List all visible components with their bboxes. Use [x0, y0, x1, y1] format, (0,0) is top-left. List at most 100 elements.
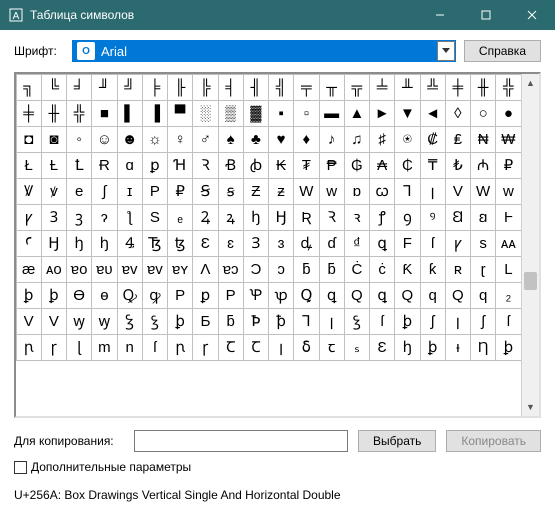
char-cell[interactable]: ꝗ	[369, 282, 395, 309]
char-cell[interactable]: ₲	[344, 152, 370, 179]
char-cell[interactable]: Ƞ	[470, 334, 496, 361]
char-cell[interactable]: Ꞩ	[192, 178, 218, 205]
char-cell[interactable]: ╬	[66, 100, 92, 127]
char-cell[interactable]: ╫	[470, 74, 496, 101]
char-cell[interactable]: ╪	[16, 100, 42, 127]
char-cell[interactable]: ⍟	[394, 126, 420, 153]
char-cell[interactable]: ₑ	[167, 204, 193, 231]
char-cell[interactable]: ▒	[218, 100, 244, 127]
char-cell[interactable]: ▓	[243, 100, 269, 127]
char-cell[interactable]: ꝭ	[369, 204, 395, 231]
copy-input[interactable]	[134, 430, 348, 452]
maximize-button[interactable]	[463, 0, 509, 30]
char-cell[interactable]: ꝧ	[41, 282, 67, 309]
char-cell[interactable]: ꞗ	[243, 152, 269, 179]
char-cell[interactable]: ꜧ	[394, 334, 420, 361]
char-cell[interactable]: P	[142, 178, 168, 205]
char-cell[interactable]: Ꞁ	[293, 308, 319, 335]
char-cell[interactable]: ▲	[344, 100, 370, 127]
char-cell[interactable]: ▼	[394, 100, 420, 127]
char-cell[interactable]: ꝧ	[167, 308, 193, 335]
char-cell[interactable]: ◄	[420, 100, 446, 127]
char-cell[interactable]: Ꝕ	[243, 282, 269, 309]
char-cell[interactable]: ꞅ	[41, 334, 67, 361]
char-cell[interactable]: ꝫ	[66, 204, 92, 231]
char-cell[interactable]: ƃ	[293, 256, 319, 283]
char-cell[interactable]: P	[167, 282, 193, 309]
char-cell[interactable]: ₳	[369, 152, 395, 179]
close-button[interactable]	[509, 0, 555, 30]
char-cell[interactable]: ╣	[268, 74, 294, 101]
char-cell[interactable]: Ƙ	[394, 256, 420, 283]
char-cell[interactable]: ꝕ	[268, 282, 294, 309]
char-cell[interactable]: ꝧ	[420, 334, 446, 361]
char-cell[interactable]: Ꞗ	[218, 152, 244, 179]
char-cell[interactable]: ╤	[293, 74, 319, 101]
char-cell[interactable]: ɭ	[66, 334, 92, 361]
char-cell[interactable]: Ꞛ	[445, 204, 471, 231]
char-cell[interactable]: Ꜧ	[41, 230, 67, 257]
char-cell[interactable]: Ꞇ	[243, 334, 269, 361]
char-cell[interactable]: ẟ	[293, 334, 319, 361]
char-cell[interactable]: Ɵ	[66, 282, 92, 309]
char-cell[interactable]: ╦	[344, 74, 370, 101]
char-cell[interactable]: ☺	[91, 126, 117, 153]
char-cell[interactable]: ₼	[470, 152, 496, 179]
char-cell[interactable]: ꝣ	[142, 308, 168, 335]
char-cell[interactable]: ▬	[319, 100, 345, 127]
char-cell[interactable]: Ꜧ	[268, 204, 294, 231]
char-cell[interactable]: ▌	[117, 100, 143, 127]
char-cell[interactable]: V	[445, 178, 471, 205]
char-cell[interactable]: ₺	[445, 152, 471, 179]
scroll-thumb[interactable]	[524, 272, 537, 290]
char-cell[interactable]: ᴀᴀ	[495, 230, 521, 257]
char-cell[interactable]: ʃ	[420, 308, 446, 335]
char-cell[interactable]: ▀	[167, 100, 193, 127]
char-cell[interactable]: ꞩ	[218, 178, 244, 205]
char-cell[interactable]: Ʀ	[293, 204, 319, 231]
char-cell[interactable]: ◊	[445, 100, 471, 127]
char-cell[interactable]: ∫	[91, 178, 117, 205]
char-cell[interactable]: ₵	[394, 152, 420, 179]
char-cell[interactable]: Ƶ	[243, 178, 269, 205]
copy-button[interactable]: Копировать	[446, 430, 541, 452]
char-cell[interactable]: ꝧ	[495, 334, 521, 361]
char-cell[interactable]: ꝩ	[445, 230, 471, 257]
char-cell[interactable]: ₫	[344, 230, 370, 257]
char-cell[interactable]: ₤	[445, 126, 471, 153]
char-cell[interactable]: ꞁ	[445, 308, 471, 335]
char-cell[interactable]: ꝧ	[394, 308, 420, 335]
char-cell[interactable]: ꞇ	[319, 334, 345, 361]
char-cell[interactable]: ♯	[369, 126, 395, 153]
char-cell[interactable]: ╨	[394, 74, 420, 101]
char-cell[interactable]: ₂	[495, 282, 521, 309]
char-cell[interactable]: ₡	[420, 126, 446, 153]
char-cell[interactable]: ċ	[369, 256, 395, 283]
char-cell[interactable]: ɽ	[470, 256, 496, 283]
char-cell[interactable]: ►	[369, 100, 395, 127]
char-cell[interactable]: ɐᴜ	[91, 256, 117, 283]
char-cell[interactable]: ▪	[268, 100, 294, 127]
char-cell[interactable]: ɪ	[117, 178, 143, 205]
char-cell[interactable]: w	[319, 178, 345, 205]
help-button[interactable]: Справка	[464, 40, 541, 62]
char-cell[interactable]: ◘	[16, 126, 42, 153]
char-cell[interactable]: ░	[192, 100, 218, 127]
char-cell[interactable]: Ɔ	[243, 256, 269, 283]
char-cell[interactable]: ꜧ	[91, 230, 117, 257]
char-cell[interactable]: ╛	[66, 74, 92, 101]
char-cell[interactable]: ꝝ	[218, 204, 244, 231]
char-cell[interactable]: ꝥ	[268, 308, 294, 335]
char-cell[interactable]: ╡	[218, 74, 244, 101]
char-cell[interactable]: ſ	[369, 308, 395, 335]
char-cell[interactable]: ₱	[319, 152, 345, 179]
char-cell[interactable]: Ꝉ	[66, 152, 92, 179]
char-cell[interactable]: ɂ	[91, 204, 117, 231]
char-cell[interactable]: Ł	[16, 152, 42, 179]
char-cell[interactable]: ₽	[167, 178, 193, 205]
char-cell[interactable]: ꝡ	[91, 308, 117, 335]
select-button[interactable]: Выбрать	[358, 430, 436, 452]
char-cell[interactable]: ₦	[470, 126, 496, 153]
char-cell[interactable]: ♥	[268, 126, 294, 153]
char-cell[interactable]: ╗	[16, 74, 42, 101]
